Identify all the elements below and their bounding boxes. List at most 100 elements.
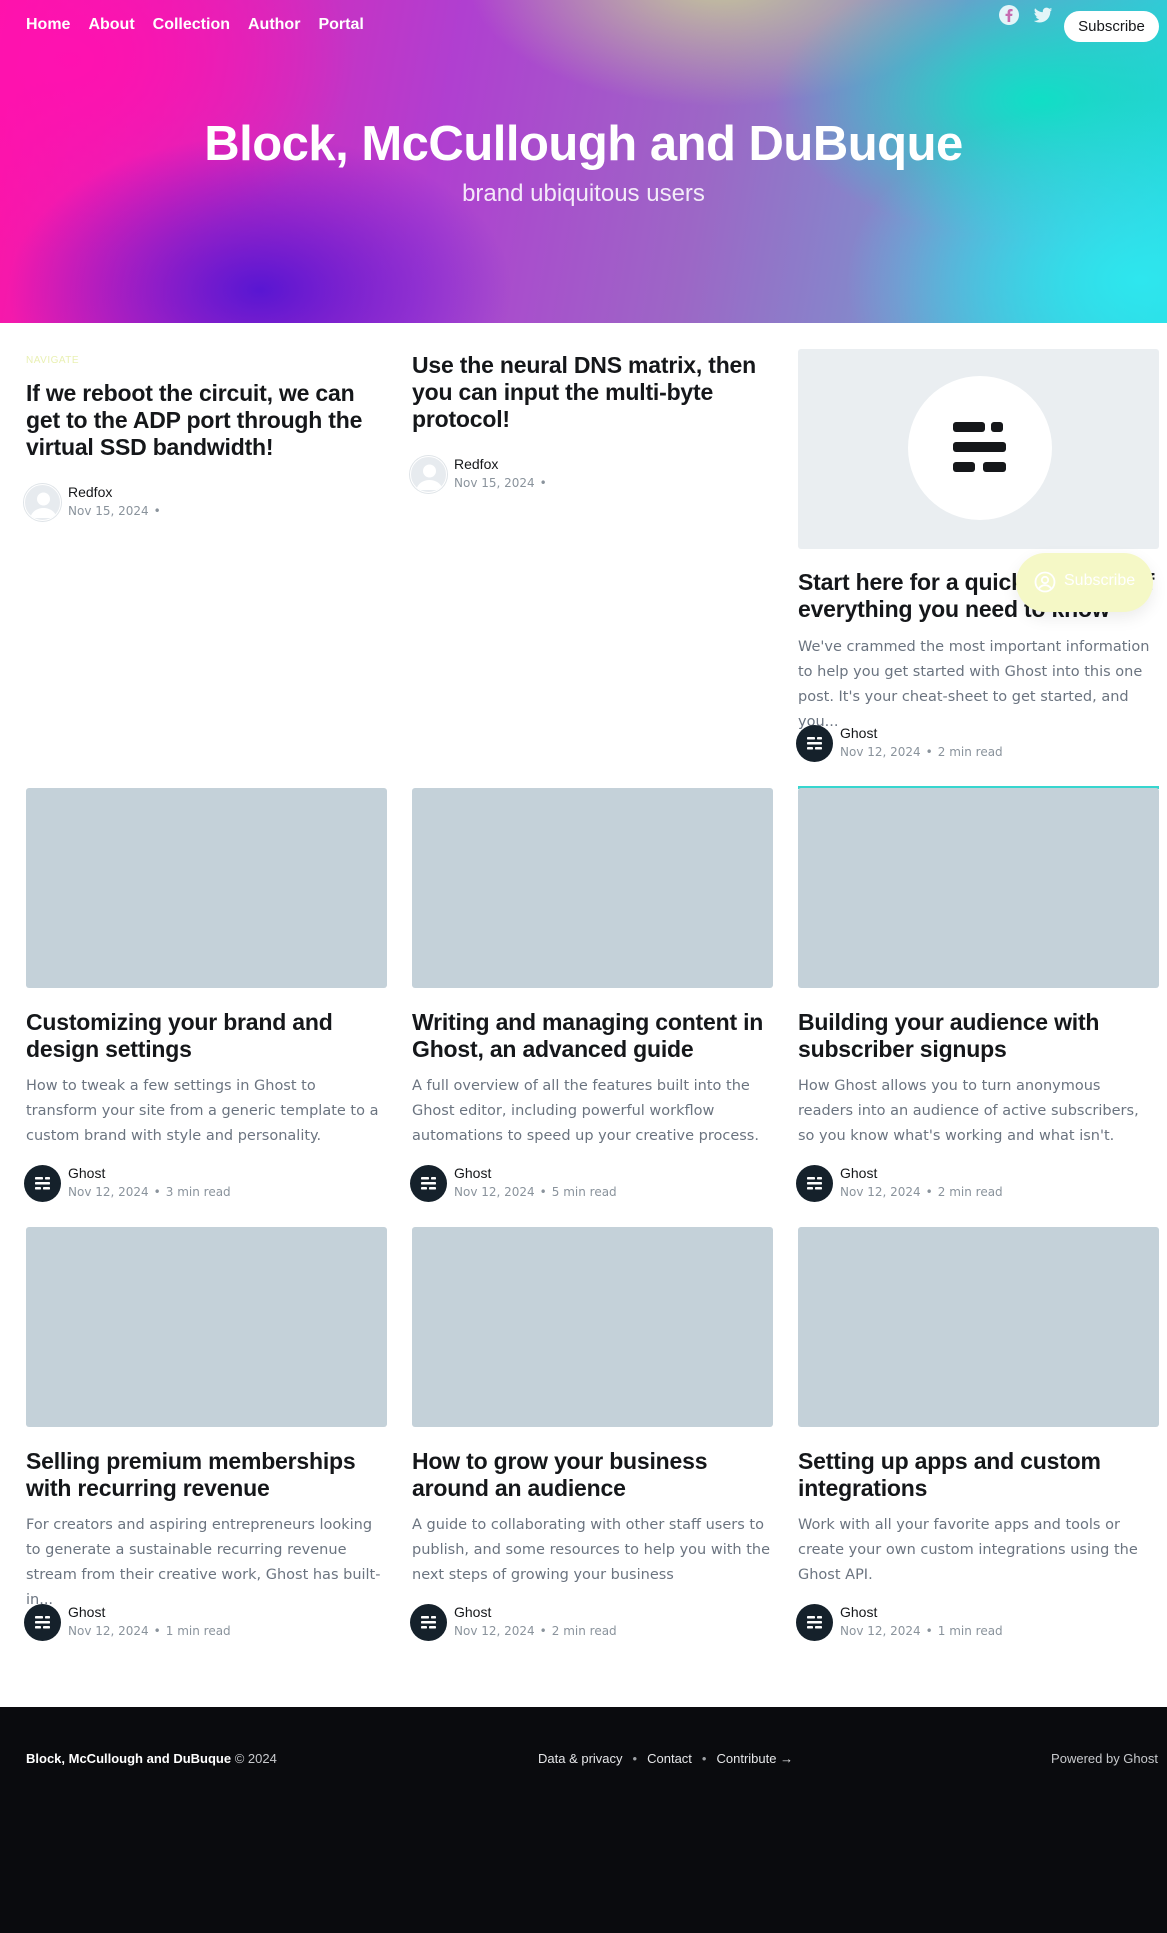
footer-copyright: Block, McCullough and DuBuque © 2024 (26, 1751, 277, 1766)
facebook-icon[interactable] (998, 4, 1020, 26)
date-text: Nov 12, 2024 (840, 745, 921, 759)
post-title[interactable]: Use the neural DNS matrix, then you can … (412, 352, 773, 433)
author-avatar[interactable] (796, 725, 833, 762)
author-name[interactable]: Ghost (454, 1604, 491, 1620)
site-footer: Block, McCullough and DuBuque © 2024 Dat… (0, 1707, 1167, 1933)
footer-link-data-privacy[interactable]: Data & privacy (538, 1751, 623, 1766)
post-image[interactable] (26, 1227, 387, 1427)
post-date: Nov 12, 2024 • 2 min read (840, 745, 1003, 759)
post-date: Nov 12, 2024 • 1 min read (68, 1624, 231, 1638)
post-title[interactable]: Writing and managing content in Ghost, a… (412, 1009, 773, 1063)
post-date: Nov 12, 2024 • 2 min read (454, 1624, 617, 1638)
author-name[interactable]: Ghost (840, 1165, 877, 1181)
ghost-icon (421, 1616, 436, 1629)
ghost-icon (35, 1616, 50, 1629)
post-feature-image[interactable] (798, 349, 1159, 549)
post-title[interactable]: Building your audience with subscriber s… (798, 1009, 1159, 1063)
post-excerpt: A full overview of all the features buil… (412, 1078, 759, 1144)
author-avatar[interactable] (410, 456, 447, 493)
read-time: 3 min read (165, 1185, 231, 1199)
copyright-text: © 2024 (234, 1751, 277, 1766)
post-excerpt: How to tweak a few settings in Ghost to … (26, 1078, 379, 1144)
portal-subscribe-button[interactable]: Subscribe (1016, 553, 1153, 612)
date-text: Nov 15, 2024 (68, 504, 149, 518)
post-excerpt: How Ghost allows you to turn anonymous r… (798, 1078, 1139, 1144)
post-title[interactable]: How to grow your business around an audi… (412, 1448, 773, 1502)
date-text: Nov 12, 2024 (840, 1185, 921, 1199)
read-time: 1 min read (937, 1624, 1003, 1638)
site-title: Block, McCullough and DuBuque (204, 117, 963, 171)
ghost-icon (807, 1177, 822, 1190)
author-avatar[interactable] (24, 1165, 61, 1202)
author-name[interactable]: Redfox (454, 456, 498, 472)
author-name[interactable]: Ghost (454, 1165, 491, 1181)
date-text: Nov 15, 2024 (454, 476, 535, 490)
footer-nav: Data & privacy • Contact • Contribute → (538, 1751, 793, 1766)
read-time: 5 min read (551, 1185, 617, 1199)
post-date: Nov 15, 2024 • (454, 476, 547, 490)
date-text: Nov 12, 2024 (840, 1624, 921, 1638)
post-image[interactable] (26, 788, 387, 988)
section-label: NAVIGATE (26, 355, 80, 366)
author-avatar[interactable] (24, 1604, 61, 1641)
nav-about[interactable]: About (88, 16, 134, 34)
post-date: Nov 12, 2024 • 3 min read (68, 1185, 231, 1199)
post-date: Nov 12, 2024 • 1 min read (840, 1624, 1003, 1638)
author-avatar[interactable] (410, 1165, 447, 1202)
author-name[interactable]: Ghost (68, 1165, 105, 1181)
author-name[interactable]: Ghost (840, 725, 877, 741)
author-avatar[interactable] (796, 1165, 833, 1202)
date-text: Nov 12, 2024 (454, 1624, 535, 1638)
twitter-icon[interactable] (1032, 4, 1054, 26)
footer-site-name[interactable]: Block, McCullough and DuBuque (26, 1751, 231, 1766)
post-title[interactable]: Selling premium memberships with recurri… (26, 1448, 387, 1502)
post-image[interactable] (798, 788, 1159, 988)
author-name[interactable]: Redfox (68, 484, 112, 500)
footer-link-contribute[interactable]: Contribute → (716, 1751, 793, 1766)
post-date: Nov 12, 2024 • 2 min read (840, 1185, 1003, 1199)
date-text: Nov 12, 2024 (68, 1185, 149, 1199)
nav-portal[interactable]: Portal (318, 16, 363, 34)
ghost-icon (807, 1616, 822, 1629)
post-image[interactable] (412, 1227, 773, 1427)
separator: • (701, 1751, 707, 1766)
author-avatar[interactable] (24, 484, 61, 521)
read-time: 2 min read (551, 1624, 617, 1638)
powered-by[interactable]: Powered by Ghost (1051, 1751, 1158, 1766)
ghost-icon (35, 1177, 50, 1190)
author-avatar[interactable] (410, 1604, 447, 1641)
post-image[interactable] (412, 788, 773, 988)
post-excerpt: For creators and aspiring entrepreneurs … (26, 1517, 381, 1608)
separator: • (632, 1751, 638, 1766)
post-excerpt: A guide to collaborating with other staf… (412, 1517, 771, 1583)
post-date: Nov 12, 2024 • 5 min read (454, 1185, 617, 1199)
post-image[interactable] (798, 1227, 1159, 1427)
read-time: 2 min read (937, 745, 1003, 759)
portal-subscribe-label: Subscribe (1064, 572, 1136, 589)
post-title[interactable]: If we reboot the circuit, we can get to … (26, 380, 387, 461)
nav-collection[interactable]: Collection (153, 16, 230, 34)
site-header: Home About Collection Author Portal Subs… (0, 0, 1167, 323)
author-name[interactable]: Ghost (68, 1604, 105, 1620)
date-text: Nov 12, 2024 (454, 1185, 535, 1199)
site-description: brand ubiquitous users (462, 180, 705, 207)
header-subscribe-button[interactable]: Subscribe (1064, 11, 1159, 42)
user-circle-icon (1034, 571, 1056, 597)
ghost-icon (807, 737, 822, 750)
nav-author[interactable]: Author (248, 16, 300, 34)
post-excerpt: We've crammed the most important informa… (798, 639, 1150, 730)
post-title[interactable]: Customizing your brand and design settin… (26, 1009, 387, 1063)
author-avatar[interactable] (796, 1604, 833, 1641)
date-text: Nov 12, 2024 (68, 1624, 149, 1638)
footer-link-contact[interactable]: Contact (647, 1751, 692, 1766)
read-time: 2 min read (937, 1185, 1003, 1199)
read-time: 1 min read (165, 1624, 231, 1638)
nav-home[interactable]: Home (26, 16, 70, 34)
ghost-icon (953, 422, 1006, 472)
post-title[interactable]: Setting up apps and custom integrations (798, 1448, 1159, 1502)
ghost-logo (908, 376, 1052, 520)
ghost-icon (421, 1177, 436, 1190)
author-name[interactable]: Ghost (840, 1604, 877, 1620)
post-date: Nov 15, 2024 • (68, 504, 161, 518)
post-excerpt: Work with all your favorite apps and too… (798, 1517, 1138, 1583)
